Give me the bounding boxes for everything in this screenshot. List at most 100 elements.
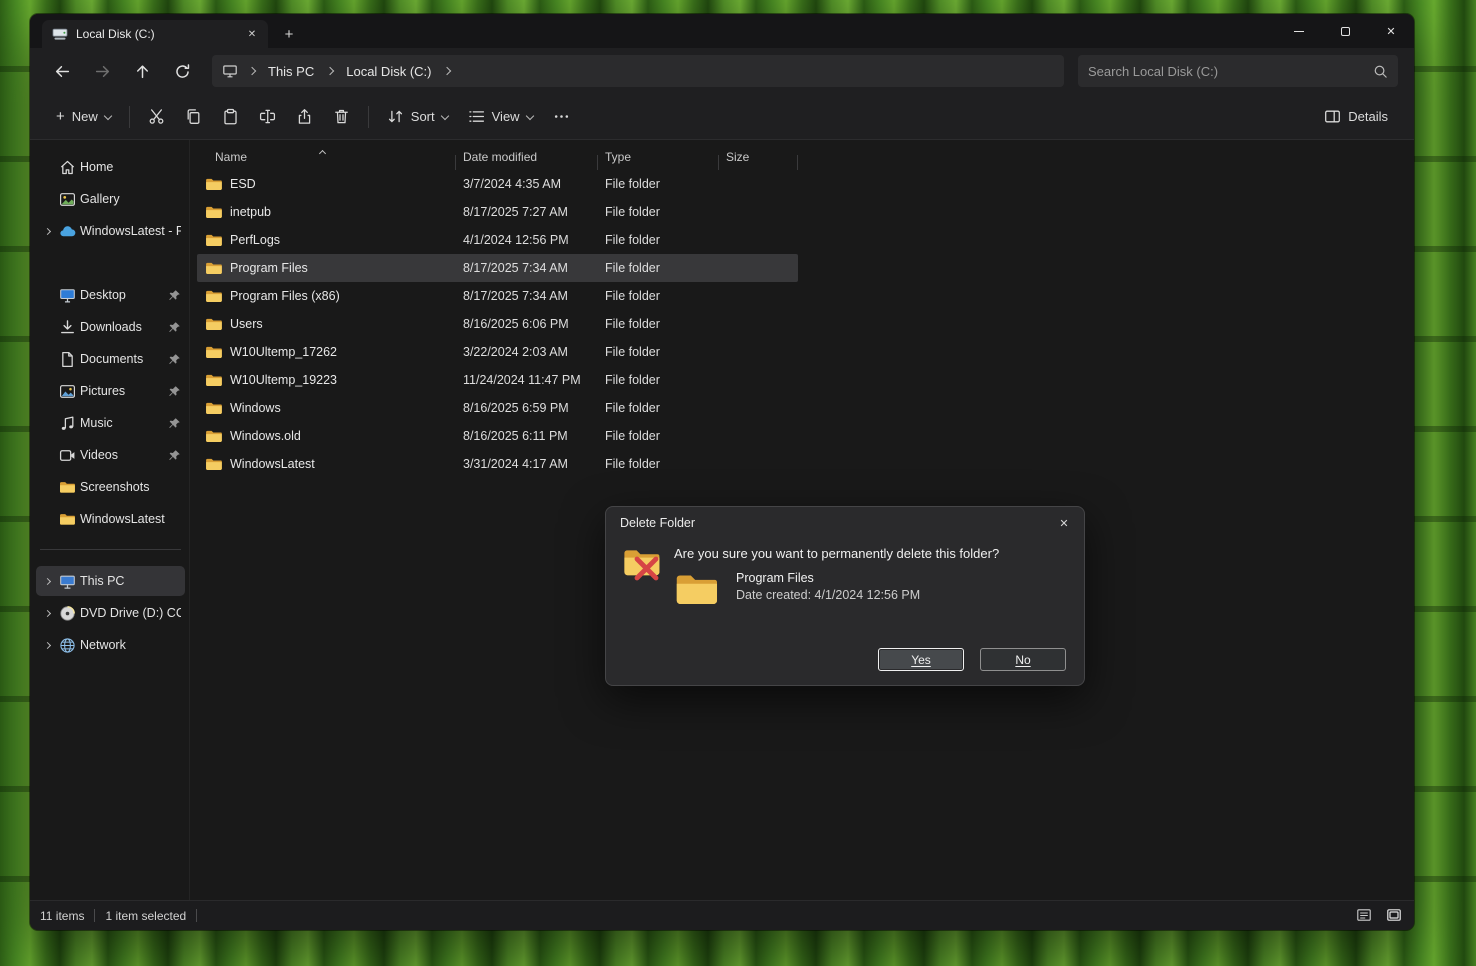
sort-label: Sort [411,109,435,124]
chevron-down-icon [440,111,448,119]
sort-button[interactable]: Sort [377,101,458,132]
file-row-w10ultemp-19223[interactable]: W10Ultemp_1922311/24/2024 11:47 PMFile f… [197,366,798,394]
file-row-esd[interactable]: ESD3/7/2024 4:35 AMFile folder [197,170,798,198]
maximize-button[interactable] [1322,14,1368,48]
file-row-inetpub[interactable]: inetpub8/17/2025 7:27 AMFile folder [197,198,798,226]
sidebar-item-videos[interactable]: Videos [36,440,185,470]
chevron-right-icon[interactable] [322,63,338,79]
network-icon [59,637,76,654]
breadcrumb-item-this-pc[interactable]: This PC [262,61,320,82]
sidebar-item-this-pc[interactable]: This PC [36,566,185,596]
new-tab-button[interactable]: + [276,21,302,47]
sidebar-item-label: WindowsLatest [80,512,181,526]
details-pane-button[interactable]: Details [1314,101,1398,132]
new-button[interactable]: + New [46,102,121,131]
sidebar-item-desktop[interactable]: Desktop [36,280,185,310]
up-button[interactable] [122,55,162,87]
folder-icon [205,429,223,444]
chevron-glyph [44,641,51,648]
sidebar-item-downloads[interactable]: Downloads [36,312,185,342]
videos-icon [59,447,76,464]
file-type: File folder [597,289,718,303]
more-options-button[interactable] [543,101,580,132]
file-row-program-files[interactable]: Program Files8/17/2025 7:34 AMFile folde… [197,254,798,282]
yes-button[interactable]: Yes [878,648,964,671]
sidebar-item-label: This PC [80,574,181,588]
file-name: Users [230,317,263,331]
search-input[interactable] [1088,64,1373,79]
sidebar-item-home[interactable]: Home [36,152,185,182]
chevron-right-icon[interactable] [439,63,455,79]
delete-button[interactable] [323,101,360,132]
file-name: ESD [230,177,256,191]
rename-button[interactable] [249,101,286,132]
chevron-right-icon[interactable] [40,606,55,621]
column-header-name[interactable]: Name [197,150,455,164]
file-name-cell: Windows [197,401,455,416]
chevron-down-icon [525,111,533,119]
tab-local-disk-c[interactable]: Local Disk (C:) ✕ [42,20,268,48]
file-row-w10ultemp-17262[interactable]: W10Ultemp_172623/22/2024 2:03 AMFile fol… [197,338,798,366]
sidebar-item-windowslatest[interactable]: WindowsLatest [36,504,185,534]
refresh-icon [174,63,191,80]
column-header-type[interactable]: Type [597,150,718,164]
minimize-button[interactable] [1276,14,1322,48]
dialog-message: Are you sure you want to permanently del… [674,546,999,561]
file-date-modified: 11/24/2024 11:47 PM [455,373,597,387]
minimize-icon [1294,31,1304,32]
sidebar-item-windowslatest-pe[interactable]: WindowsLatest - Pe [36,216,185,246]
file-row-windows[interactable]: Windows8/16/2025 6:59 PMFile folder [197,394,798,422]
share-button[interactable] [286,101,323,132]
file-name-cell: Program Files (x86) [197,289,455,304]
sidebar-item-documents[interactable]: Documents [36,344,185,374]
sidebar-item-gallery[interactable]: Gallery [36,184,185,214]
no-button[interactable]: No [980,648,1066,671]
close-icon: ✕ [1386,25,1395,38]
file-name: PerfLogs [230,233,280,247]
pin-icon [168,321,181,334]
file-row-users[interactable]: Users8/16/2025 6:06 PMFile folder [197,310,798,338]
refresh-button[interactable] [162,55,202,87]
folder-icon [205,205,223,220]
sidebar-item-label: Downloads [80,320,164,334]
paste-button[interactable] [212,101,249,132]
documents-icon [59,351,76,368]
breadcrumb-item-local-disk-c[interactable]: Local Disk (C:) [340,61,437,82]
copy-button[interactable] [175,101,212,132]
dialog-content: Are you sure you want to permanently del… [674,541,999,642]
cut-button[interactable] [138,101,175,132]
back-button[interactable] [42,55,82,87]
file-row-perflogs[interactable]: PerfLogs4/1/2024 12:56 PMFile folder [197,226,798,254]
trash-icon [333,108,350,125]
column-header-size[interactable]: Size [718,150,798,164]
sidebar-item-network[interactable]: Network [36,630,185,660]
column-header-date-modified[interactable]: Date modified [455,150,597,164]
sidebar-item-music[interactable]: Music [36,408,185,438]
dialog-title: Delete Folder [620,516,1050,530]
close-button[interactable]: ✕ [1368,14,1414,48]
chevron-right-icon[interactable] [40,574,55,589]
chevron-right-icon [40,512,55,527]
file-name-cell: Users [197,317,455,332]
view-icon [468,108,485,125]
chevron-right-icon[interactable] [40,638,55,653]
details-view-icon [1356,907,1373,924]
file-row-program-files-x86[interactable]: Program Files (x86)8/17/2025 7:34 AMFile… [197,282,798,310]
chevron-right-icon[interactable] [244,63,260,79]
tab-close-icon[interactable]: ✕ [242,24,262,44]
sidebar-item-screenshots[interactable]: Screenshots [36,472,185,502]
folder-icon [205,233,223,248]
file-row-windowslatest[interactable]: WindowsLatest3/31/2024 4:17 AMFile folde… [197,450,798,478]
file-type: File folder [597,373,718,387]
file-name-cell: W10Ultemp_17262 [197,345,455,360]
sidebar-item-dvd-drive-d-ccc[interactable]: DVD Drive (D:) CCC [36,598,185,628]
view-button[interactable]: View [458,101,543,132]
forward-button[interactable] [82,55,122,87]
details-view-button[interactable] [1354,906,1374,926]
dialog-close-button[interactable]: ✕ [1050,511,1078,535]
file-row-windows-old[interactable]: Windows.old8/16/2025 6:11 PMFile folder [197,422,798,450]
large-thumbnails-view-button[interactable] [1384,906,1404,926]
sidebar-item-pictures[interactable]: Pictures [36,376,185,406]
sidebar-item-label: Documents [80,352,164,366]
chevron-right-icon[interactable] [40,224,55,239]
